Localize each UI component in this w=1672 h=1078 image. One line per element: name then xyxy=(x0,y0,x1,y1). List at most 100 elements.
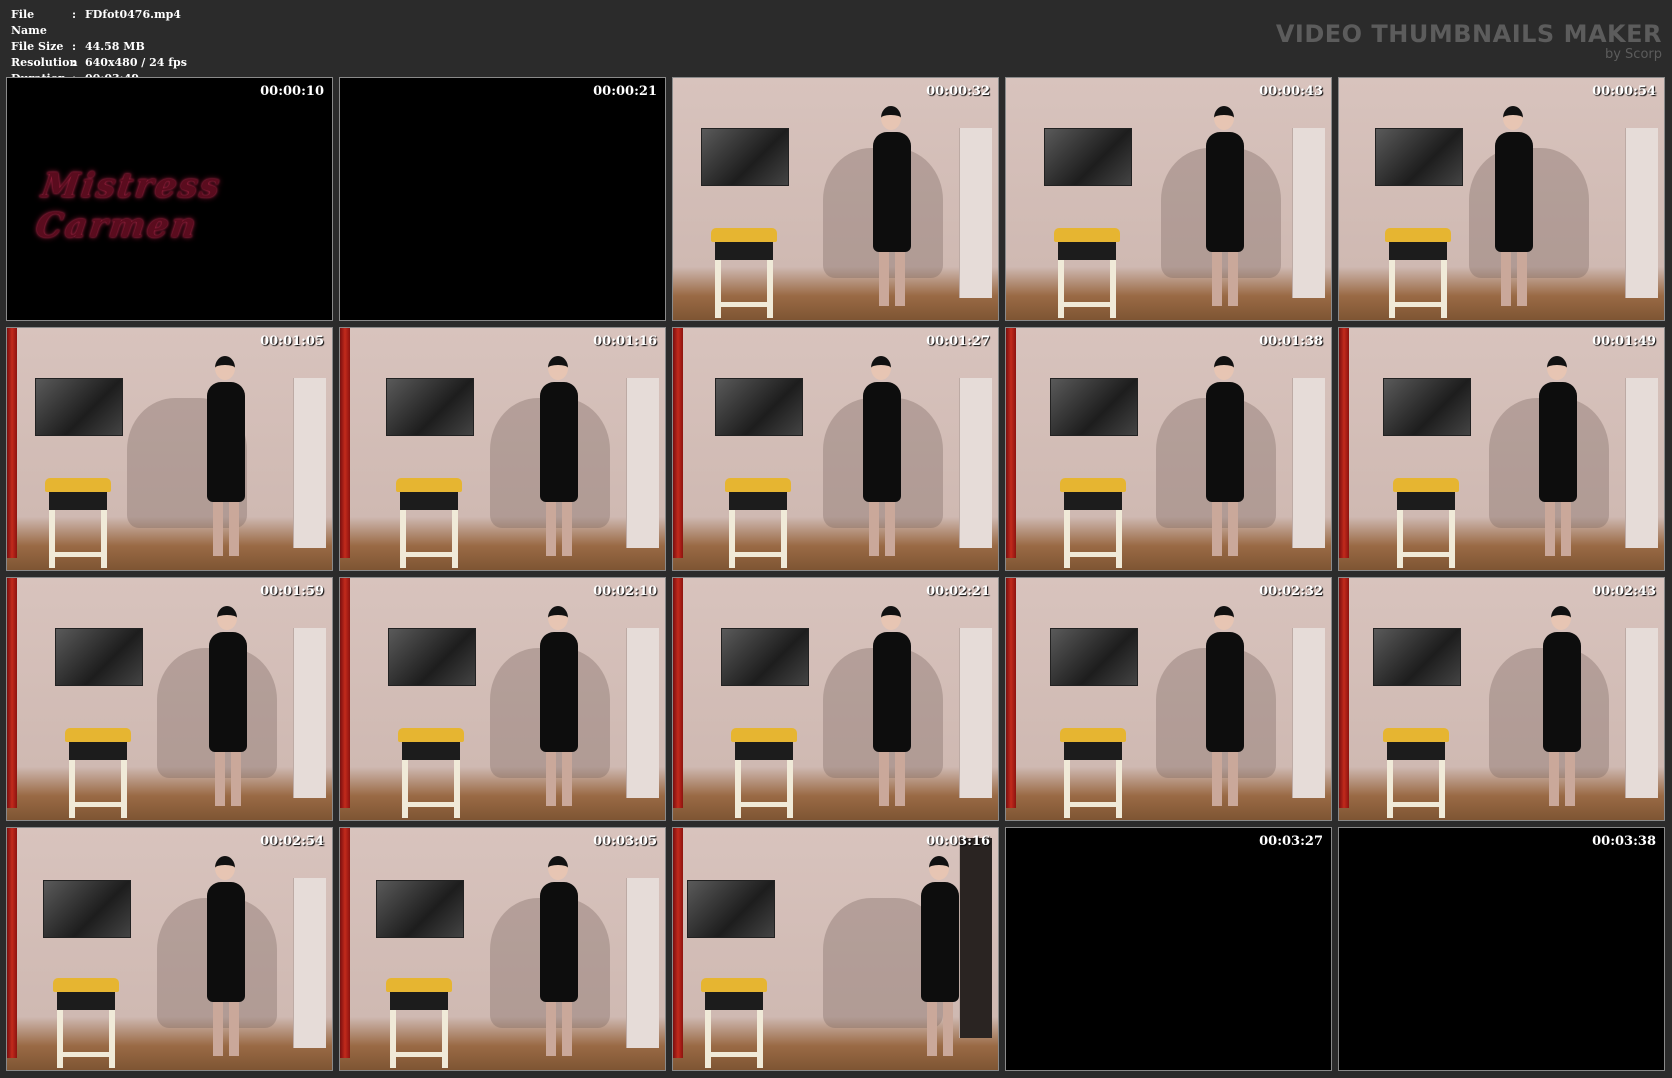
thumbnail-timestamp: 00:00:21 xyxy=(593,84,657,99)
wall-poster xyxy=(715,378,803,436)
thumbnail-scene xyxy=(673,828,998,1070)
file-info-value: 44.58 MB xyxy=(85,40,145,53)
stool xyxy=(53,978,119,1068)
woman-figure xyxy=(203,356,249,556)
door xyxy=(293,878,326,1048)
thumbnail-frame: 00:02:43 xyxy=(1338,577,1665,821)
thumbnail-frame: 00:01:27 xyxy=(672,327,999,571)
thumbnail-scene xyxy=(673,328,998,570)
thumbnail-scene xyxy=(340,78,665,320)
wall-poster xyxy=(55,628,143,686)
file-info-value: FDfot0476.mp4 xyxy=(85,8,181,21)
thumbnail-timestamp: 00:01:16 xyxy=(593,334,657,349)
thumbnail-frame: 00:01:16 xyxy=(339,327,666,571)
thumbnail-timestamp: 00:01:49 xyxy=(1592,334,1656,349)
stool xyxy=(701,978,767,1068)
file-info-key: File Size xyxy=(11,40,64,53)
door xyxy=(1292,128,1325,298)
door xyxy=(626,878,659,1048)
thumbnail-timestamp: 00:00:10 xyxy=(260,84,324,99)
door xyxy=(959,838,992,1038)
thumbnail-timestamp: 00:02:54 xyxy=(260,834,324,849)
file-info-row: File Size : 44.58 MB xyxy=(11,39,187,55)
thumbnail-frame: 00:02:10 xyxy=(339,577,666,821)
woman-figure xyxy=(1202,606,1248,806)
thumbnail-frame: 00:00:43 xyxy=(1005,77,1332,321)
wall-poster xyxy=(701,128,789,186)
curtain xyxy=(673,828,683,1058)
stool xyxy=(725,478,791,568)
stool xyxy=(396,478,462,568)
thumbnail-scene xyxy=(1339,828,1664,1070)
thumbnail-scene xyxy=(673,578,998,820)
thumbnail-scene xyxy=(1339,328,1664,570)
wall-poster xyxy=(35,378,123,436)
thumbnail-frame: 00:03:38 xyxy=(1338,827,1665,1071)
thumbnail-frame: 00:01:49 xyxy=(1338,327,1665,571)
thumbnail-timestamp: 00:00:43 xyxy=(1259,84,1323,99)
brand-title: VIDEO THUMBNAILS MAKER xyxy=(1275,20,1662,48)
wall-poster xyxy=(1044,128,1132,186)
wall-poster xyxy=(376,880,464,938)
thumbnail-scene xyxy=(340,328,665,570)
curtain xyxy=(7,328,17,558)
woman-figure xyxy=(536,356,582,556)
thumbnail-timestamp: 00:02:21 xyxy=(926,584,990,599)
thumbnail-frame: 00:00:21 xyxy=(339,77,666,321)
thumbnail-frame: 00:03:27 xyxy=(1005,827,1332,1071)
woman-figure xyxy=(536,856,582,1056)
stool xyxy=(711,228,777,318)
woman-figure xyxy=(1539,606,1585,806)
curtain xyxy=(7,578,17,808)
woman-figure xyxy=(203,856,249,1056)
thumbnail-frame: 00:01:38 xyxy=(1005,327,1332,571)
stool xyxy=(731,728,797,818)
wall-poster xyxy=(43,880,131,938)
woman-figure xyxy=(859,356,905,556)
thumbnail-frame: 00:02:21 xyxy=(672,577,999,821)
title-card-text: Mistress Carmen xyxy=(33,166,224,246)
door xyxy=(293,628,326,798)
file-info-row: Resolution : 640x480 / 24 fps xyxy=(11,55,187,71)
file-info-key: Resolution xyxy=(11,56,78,69)
thumbnail-scene xyxy=(1006,828,1331,1070)
brand-watermark: VIDEO THUMBNAILS MAKER by Scorp xyxy=(1276,20,1662,62)
woman-figure xyxy=(1202,106,1248,306)
woman-figure xyxy=(536,606,582,806)
thumbnail-frame: 00:03:05 xyxy=(339,827,666,1071)
thumbnail-frame: Mistress Carmen 00:00:10 xyxy=(6,77,333,321)
door xyxy=(293,378,326,548)
door xyxy=(959,628,992,798)
thumbnail-frame: 00:02:32 xyxy=(1005,577,1332,821)
thumbnail-frame: 00:01:05 xyxy=(6,327,333,571)
door xyxy=(1625,378,1658,548)
curtain xyxy=(673,578,683,808)
door xyxy=(1625,128,1658,298)
curtain xyxy=(1339,578,1349,808)
thumbnail-timestamp: 00:03:16 xyxy=(926,834,990,849)
thumbnail-grid: Mistress Carmen 00:00:10 00:00:21 00:00:32 0… xyxy=(6,77,1665,1071)
woman-figure xyxy=(1202,356,1248,556)
wall-poster xyxy=(1375,128,1463,186)
stool xyxy=(65,728,131,818)
door xyxy=(626,378,659,548)
stool xyxy=(1383,728,1449,818)
stool xyxy=(1060,478,1126,568)
file-info-value: 640x480 / 24 fps xyxy=(85,56,187,69)
wall-poster xyxy=(687,880,775,938)
door xyxy=(959,128,992,298)
stool xyxy=(45,478,111,568)
woman-figure xyxy=(1535,356,1581,556)
thumbnail-frame: 00:00:32 xyxy=(672,77,999,321)
thumbnail-scene xyxy=(673,78,998,320)
curtain xyxy=(340,578,350,808)
door xyxy=(959,378,992,548)
thumbnail-timestamp: 00:02:43 xyxy=(1592,584,1656,599)
wall-poster xyxy=(1383,378,1471,436)
file-info-separator: : xyxy=(72,8,77,21)
thumbnail-timestamp: 00:01:59 xyxy=(260,584,324,599)
thumbnail-scene xyxy=(1339,578,1664,820)
curtain xyxy=(340,328,350,558)
thumbnail-timestamp: 00:01:27 xyxy=(926,334,990,349)
thumbnail-scene xyxy=(1006,328,1331,570)
